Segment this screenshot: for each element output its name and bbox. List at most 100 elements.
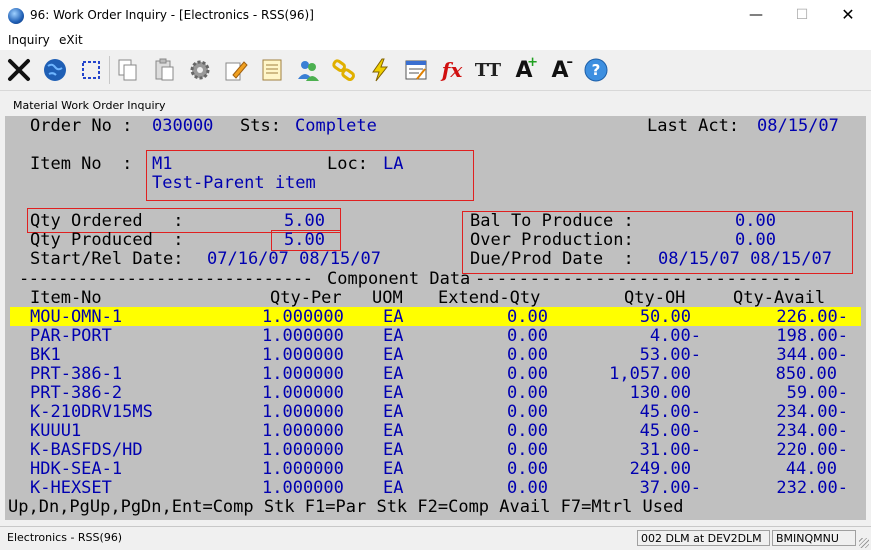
qty-produced-value: 5.00 bbox=[284, 230, 325, 250]
last-act-value: 08/15/07 bbox=[757, 116, 839, 136]
row-extend-qty: 0.00 bbox=[507, 345, 548, 365]
paste-icon[interactable] bbox=[148, 54, 180, 86]
start-rel-dates: 07/16/07 08/15/07 bbox=[207, 249, 381, 269]
loc-label: Loc: bbox=[327, 154, 368, 174]
row-item-no: BK1 bbox=[30, 345, 61, 365]
item-description: Test-Parent item bbox=[152, 173, 316, 193]
panel-title-bar: Material Work Order Inquiry bbox=[0, 96, 871, 116]
lightning-icon[interactable] bbox=[364, 54, 396, 86]
menu-bar: Inquiry eXit bbox=[0, 32, 871, 50]
notes-icon[interactable] bbox=[256, 54, 288, 86]
row-qty-oh: 45.00- bbox=[639, 402, 701, 422]
row-extend-qty: 0.00 bbox=[507, 421, 548, 441]
row-qty-avail: 198.00- bbox=[776, 326, 848, 346]
close-window-button[interactable]: ✕ bbox=[825, 0, 871, 32]
close-icon[interactable] bbox=[3, 54, 35, 86]
row-qty-avail: 234.00- bbox=[776, 421, 848, 441]
text-format-icon[interactable]: TT bbox=[472, 54, 504, 86]
toolbar: fx TT A + A – ? bbox=[0, 50, 871, 91]
divider-left: ------------------------------ bbox=[19, 269, 313, 289]
last-act-label: Last Act: bbox=[647, 116, 740, 136]
row-qty-avail: 344.00- bbox=[776, 345, 848, 365]
function-icon[interactable]: fx bbox=[436, 54, 468, 86]
item-no-label: Item No : bbox=[30, 154, 133, 174]
row-qty-per: 1.000000 bbox=[262, 383, 344, 403]
status-company: Electronics - RSS(96) bbox=[7, 531, 123, 544]
status-menu: BMINQMNU bbox=[772, 530, 856, 546]
edit-icon[interactable] bbox=[220, 54, 252, 86]
row-extend-qty: 0.00 bbox=[507, 383, 548, 403]
status-bar: Electronics - RSS(96) 002 DLM at DEV2DLM… bbox=[0, 526, 871, 550]
row-item-no: K-HEXSET bbox=[30, 478, 112, 498]
users-icon[interactable] bbox=[292, 54, 324, 86]
window-title: 96: Work Order Inquiry - [Electronics - … bbox=[30, 8, 314, 22]
row-qty-per: 1.000000 bbox=[262, 402, 344, 422]
row-uom: EA bbox=[383, 440, 404, 460]
row-item-no: K-210DRV15MS bbox=[30, 402, 153, 422]
minus-icon: – bbox=[566, 55, 574, 70]
select-box-icon[interactable] bbox=[75, 54, 107, 86]
help-icon[interactable]: ? bbox=[580, 54, 612, 86]
row-qty-oh: 50.00 bbox=[639, 307, 691, 327]
row-qty-per: 1.000000 bbox=[262, 478, 344, 498]
form-icon[interactable] bbox=[400, 54, 432, 86]
bal-to-produce-label: Bal To Produce : bbox=[470, 211, 634, 231]
col-uom: UOM bbox=[372, 288, 403, 308]
due-prod-date-label: Due/Prod Date : bbox=[470, 249, 634, 269]
row-qty-per: 1.000000 bbox=[262, 421, 344, 441]
minimize-button[interactable]: — bbox=[733, 0, 779, 32]
terminal-screen: Order No : 030000 Sts: Complete Last Act… bbox=[5, 116, 866, 520]
row-uom: EA bbox=[383, 421, 404, 441]
row-item-no: PRT-386-2 bbox=[30, 383, 123, 403]
menu-exit[interactable]: eXit bbox=[59, 33, 83, 47]
row-uom: EA bbox=[383, 383, 404, 403]
component-data-title: Component Data bbox=[327, 269, 471, 289]
row-item-no: KUUU1 bbox=[30, 421, 82, 441]
row-qty-oh: 249.00 bbox=[629, 459, 691, 479]
row-uom: EA bbox=[383, 307, 404, 327]
row-qty-per: 1.000000 bbox=[262, 345, 344, 365]
menu-inquiry[interactable]: Inquiry bbox=[8, 33, 50, 47]
item-no-value: M1 bbox=[152, 154, 173, 174]
status-user: 002 DLM at DEV2DLM bbox=[637, 530, 770, 546]
row-qty-per: 1.000000 bbox=[262, 440, 344, 460]
panel-title: Material Work Order Inquiry bbox=[13, 99, 166, 112]
row-qty-oh: 45.00- bbox=[639, 421, 701, 441]
row-item-no: HDK-SEA-1 bbox=[30, 459, 123, 479]
col-qty-avail: Qty-Avail bbox=[733, 288, 826, 308]
start-rel-date-label: Start/Rel Date: bbox=[30, 249, 184, 269]
row-qty-oh: 4.00- bbox=[649, 326, 701, 346]
row-qty-per: 1.000000 bbox=[262, 459, 344, 479]
due-prod-dates: 08/15/07 08/15/07 bbox=[658, 249, 832, 269]
row-qty-oh: 31.00- bbox=[639, 440, 701, 460]
row-qty-avail: 44.00 bbox=[785, 459, 837, 479]
row-qty-avail: 234.00- bbox=[776, 402, 848, 422]
copy-icon[interactable] bbox=[112, 54, 144, 86]
link-icon[interactable] bbox=[328, 54, 360, 86]
globe-icon[interactable] bbox=[39, 54, 71, 86]
loc-value: LA bbox=[383, 154, 404, 174]
plus-icon: + bbox=[527, 55, 538, 70]
row-uom: EA bbox=[383, 364, 404, 384]
row-qty-per: 1.000000 bbox=[262, 307, 344, 327]
fx-label: fx bbox=[441, 58, 463, 82]
maximize-button[interactable]: ☐ bbox=[779, 0, 825, 32]
font-decrease-icon[interactable]: A – bbox=[544, 54, 576, 86]
row-item-no: K-BASFDS/HD bbox=[30, 440, 143, 460]
over-production-label: Over Production: bbox=[470, 230, 634, 250]
row-uom: EA bbox=[383, 345, 404, 365]
row-extend-qty: 0.00 bbox=[507, 440, 548, 460]
font-increase-icon[interactable]: A + bbox=[508, 54, 540, 86]
col-qty-per: Qty-Per bbox=[270, 288, 342, 308]
title-bar: 96: Work Order Inquiry - [Electronics - … bbox=[0, 0, 871, 32]
settings-icon[interactable] bbox=[184, 54, 216, 86]
col-extend-qty: Extend-Qty bbox=[438, 288, 541, 308]
row-qty-avail: 232.00- bbox=[776, 478, 848, 498]
function-keys-line: Up,Dn,PgUp,PgDn,Ent=Comp Stk F1=Par Stk … bbox=[8, 497, 684, 517]
col-qty-oh: Qty-OH bbox=[624, 288, 686, 308]
row-item-no: PAR-PORT bbox=[30, 326, 112, 346]
row-extend-qty: 0.00 bbox=[507, 326, 548, 346]
row-qty-oh: 37.00- bbox=[639, 478, 701, 498]
resize-grip[interactable] bbox=[859, 538, 869, 548]
bal-to-produce-value: 0.00 bbox=[735, 211, 776, 231]
